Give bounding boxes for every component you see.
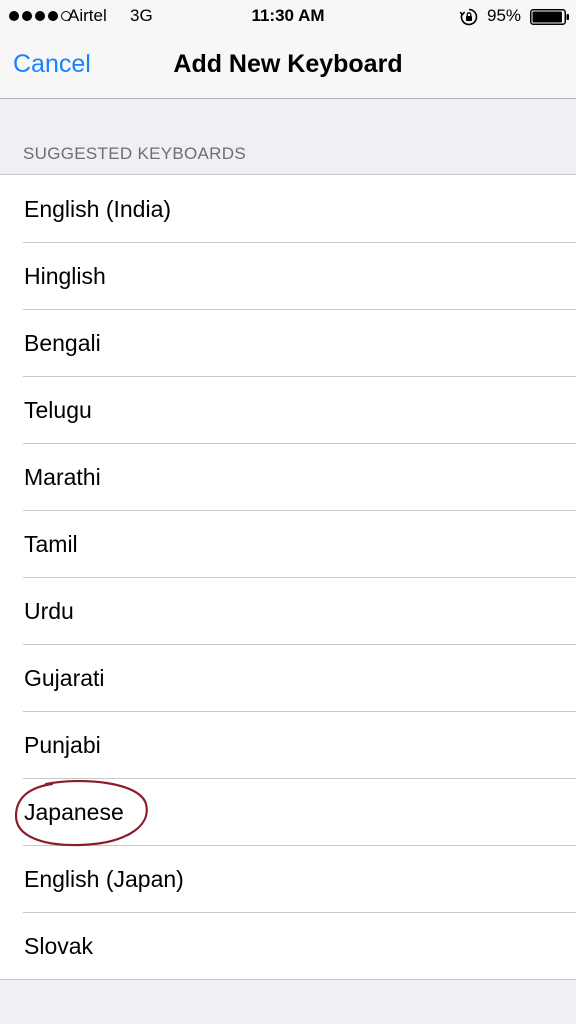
page-title: Add New Keyboard: [173, 50, 403, 78]
keyboard-option[interactable]: Bengali: [0, 309, 576, 376]
keyboard-option-label: Japanese: [24, 799, 124, 825]
keyboard-option-label: Punjabi: [24, 732, 101, 758]
keyboard-option-label: Gujarati: [24, 665, 105, 691]
keyboard-option[interactable]: Marathi: [0, 443, 576, 510]
status-bar: Airtel 3G 11:30 AM 95%: [0, 0, 576, 34]
keyboard-option-label: Slovak: [24, 933, 94, 959]
keyboard-option[interactable]: Tamil: [0, 510, 576, 577]
keyboard-option[interactable]: Japanese: [0, 778, 576, 845]
keyboard-option[interactable]: English (Japan): [0, 845, 576, 912]
keyboard-option[interactable]: Gujarati: [0, 644, 576, 711]
keyboard-option[interactable]: Urdu: [0, 577, 576, 644]
keyboard-option[interactable]: Telugu: [0, 376, 576, 443]
keyboard-option[interactable]: Hinglish: [0, 242, 576, 309]
battery-icon: [530, 9, 569, 25]
rotation-lock-icon: [459, 8, 478, 26]
section-header: SUGGESTED KEYBOARDS: [23, 144, 246, 163]
keyboard-option[interactable]: Slovak: [0, 912, 576, 979]
keyboard-list: English (India) Hinglish Bengali Telugu Mara…: [0, 174, 576, 980]
keyboard-option-label: Telugu: [24, 397, 92, 423]
keyboard-option-label: English (India): [24, 196, 172, 222]
keyboard-option-label: Urdu: [24, 598, 74, 624]
battery-percentage: 95%: [487, 6, 522, 25]
keyboard-option-label: Tamil: [24, 531, 78, 557]
keyboard-option-label: English (Japan): [24, 866, 184, 892]
keyboard-option-label: Hinglish: [24, 263, 106, 289]
keyboard-option-label: Bengali: [24, 330, 101, 356]
navigation-bar: Cancel Add New Keyboard: [0, 34, 576, 99]
keyboard-option[interactable]: Punjabi: [0, 711, 576, 778]
keyboard-option-label: Marathi: [24, 464, 101, 490]
keyboard-option[interactable]: English (India): [0, 175, 576, 242]
